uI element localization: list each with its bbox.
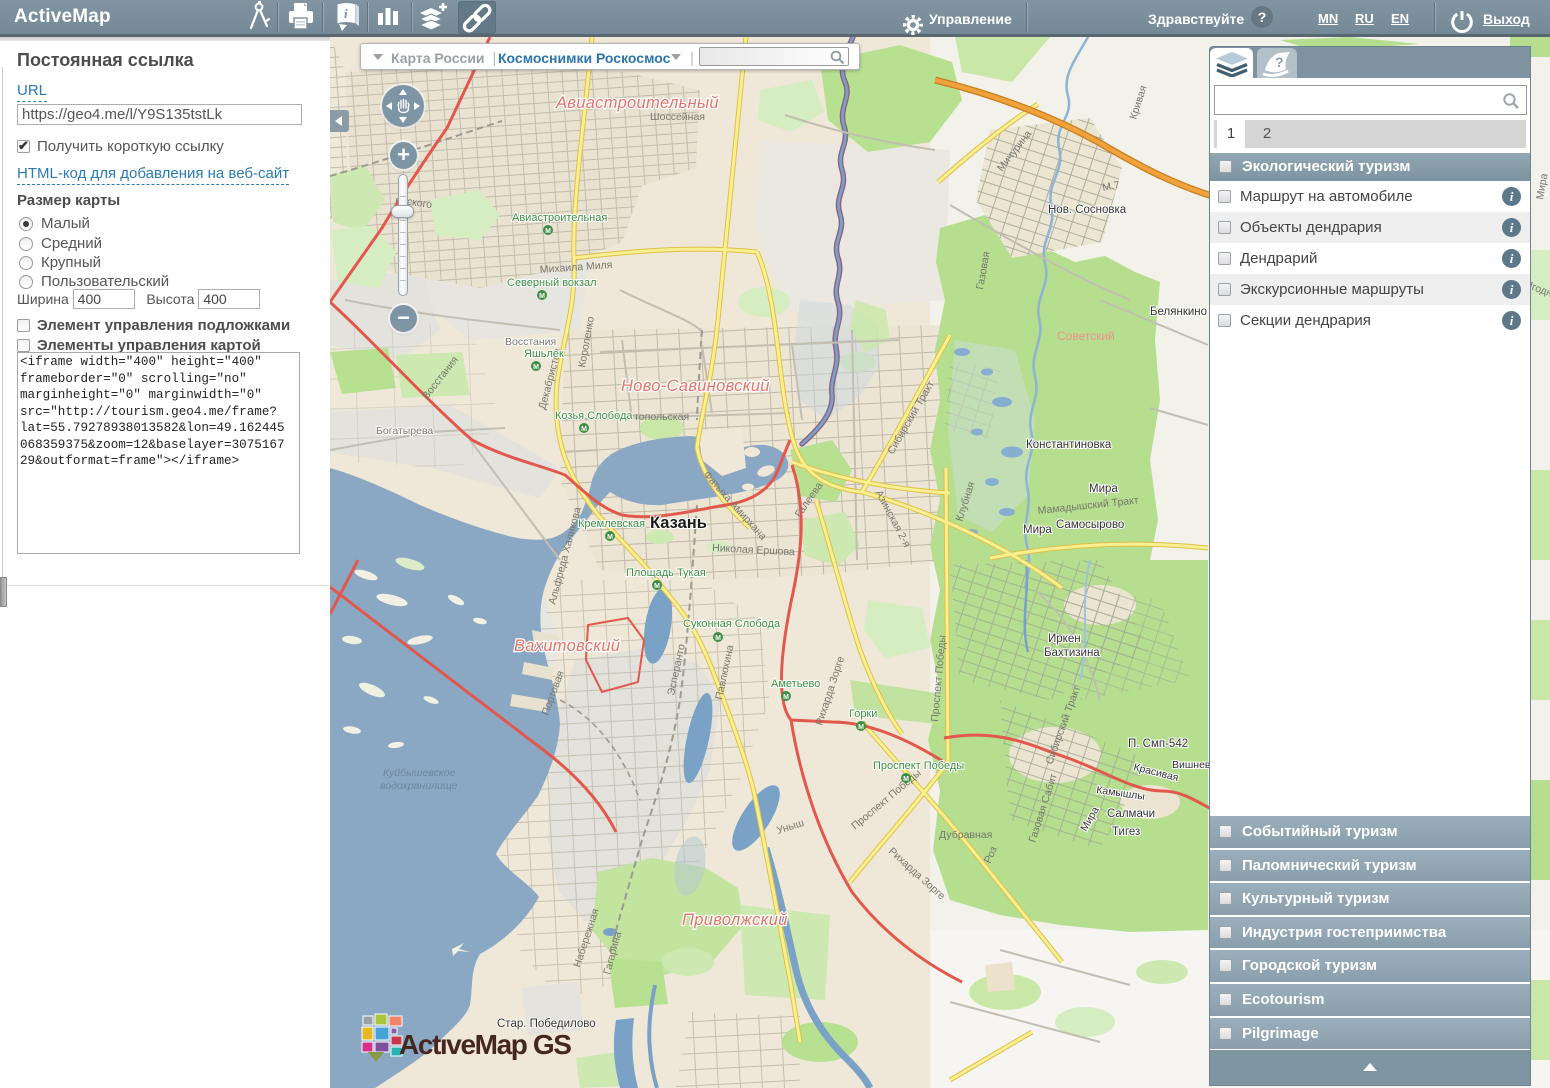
svg-text:Дубравная: Дубравная [939,829,992,841]
svg-text:Самосырово: Самосырово [1056,519,1124,531]
svg-text:Мира: Мира [1023,524,1052,536]
svg-text:Авиастроительный: Авиастроительный [555,94,719,112]
svg-text:М: М [581,426,587,433]
svg-text:Казань: Казань [650,514,707,532]
svg-text:Северный вокзал: Северный вокзал [507,277,597,289]
svg-text:Шоссейная: Шоссейная [650,111,705,123]
svg-text:М: М [545,228,551,235]
svg-text:М: М [533,364,539,371]
svg-text:Богатырева: Богатырева [376,425,433,437]
svg-text:Ново-Савиновский: Ново-Савиновский [621,377,770,395]
svg-text:Советский: Советский [1057,329,1115,343]
svg-text:Проспект Победы: Проспект Победы [873,760,964,772]
svg-text:Тигез: Тигез [1112,826,1140,838]
svg-text:Аметьево: Аметьево [771,678,820,690]
svg-text:Авиастроительная: Авиастроительная [512,212,607,224]
svg-text:i: i [344,6,348,21]
svg-text:М: М [715,635,721,642]
svg-text:М: М [654,583,660,590]
svg-text:Салмачи: Салмачи [1107,808,1155,820]
svg-text:П. Смп-542: П. Смп-542 [1128,738,1188,750]
svg-text:Белянкино: Белянкино [1150,306,1207,318]
svg-text:Вахитовский: Вахитовский [514,637,620,655]
svg-text:?: ? [1275,54,1284,70]
svg-text:Кремлевская: Кремлевская [578,518,645,530]
svg-text:Иркен: Иркен [1048,633,1081,645]
svg-text:Яшьлек: Яшьлек [524,348,564,360]
svg-text:Восстания: Восстания [505,336,556,348]
svg-text:Горки: Горки [849,708,877,720]
svg-text:Мира: Мира [1089,483,1118,495]
svg-text:Константиновка: Константиновка [1026,439,1112,451]
svg-text:М: М [903,776,909,783]
svg-text:Козья Слобода: Козья Слобода [555,410,633,422]
svg-text:М: М [858,724,864,731]
svg-text:водохранилище: водохранилище [380,780,458,792]
svg-text:Бахтизина: Бахтизина [1044,647,1100,659]
svg-text:Куйбышевское: Куйбышевское [383,767,456,779]
svg-text:Приволжский: Приволжский [682,911,788,929]
svg-text:М: М [539,293,545,300]
svg-text:ActıveMap GS: ActıveMap GS [399,1029,571,1060]
svg-text:Суконная Слобода: Суконная Слобода [683,618,781,630]
svg-text:М: М [607,534,613,541]
svg-text:М: М [783,694,789,701]
svg-text:Площадь Тукая: Площадь Тукая [626,567,706,579]
svg-text:Нов. Сосновка: Нов. Сосновка [1048,204,1127,216]
